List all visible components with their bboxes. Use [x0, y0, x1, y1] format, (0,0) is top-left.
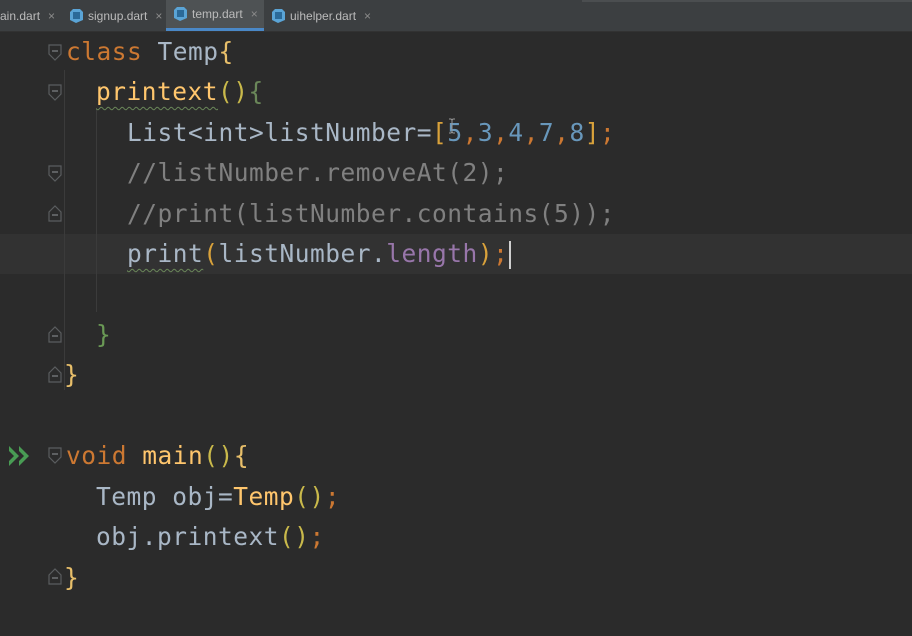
- code-editor[interactable]: class Temp{ printext(){ List<int>listNum…: [0, 32, 912, 636]
- open-brace: {: [248, 77, 264, 106]
- variable-name: listNumber: [264, 118, 417, 147]
- method-call: obj.printext: [96, 522, 280, 551]
- comma: ,: [462, 118, 478, 147]
- close-brace: }: [64, 360, 80, 389]
- comment: //print(listNumber.contains(5));: [127, 199, 616, 228]
- dart-file-icon: [174, 7, 187, 21]
- property-length: length: [386, 239, 478, 268]
- code-line-1: class Temp{: [66, 32, 234, 72]
- open-brace: {: [233, 441, 250, 470]
- tab-close-icon[interactable]: ×: [48, 9, 55, 23]
- semicolon: ;: [309, 522, 325, 551]
- parens: (): [203, 441, 234, 470]
- close-bracket: ]: [584, 118, 600, 147]
- parens: (): [294, 482, 325, 511]
- close-brace: }: [64, 563, 80, 592]
- parens: (): [218, 77, 249, 106]
- fold-open-icon: [48, 447, 62, 464]
- fold-close-icon: [48, 366, 62, 383]
- tab-close-icon[interactable]: ×: [251, 7, 258, 21]
- indent-guide: [96, 110, 97, 312]
- tab-uihelper-dart[interactable]: uihelper.dart ×: [272, 0, 382, 31]
- code-line-11: void main(){: [66, 436, 249, 476]
- dart-file-icon: [272, 8, 285, 23]
- tab-temp-dart[interactable]: temp.dart ×: [166, 0, 264, 31]
- parens: (): [279, 522, 310, 551]
- number: 7: [538, 118, 555, 147]
- tab-label: signup.dart: [88, 8, 148, 23]
- tabbar-divider: [582, 0, 912, 2]
- function-main: main: [142, 441, 204, 470]
- fold-close-icon: [48, 568, 62, 585]
- ide-window: ain.dart × signup.dart × temp.dart × uih…: [0, 0, 912, 636]
- object-ref: listNumber.: [218, 239, 387, 268]
- fold-close-icon: [48, 205, 62, 222]
- close-paren: ): [477, 239, 494, 268]
- editor-tab-bar: ain.dart × signup.dart × temp.dart × uih…: [0, 0, 912, 32]
- tab-close-icon[interactable]: ×: [364, 9, 371, 23]
- close-brace: }: [96, 320, 112, 349]
- ibeam-shape: [449, 118, 455, 134]
- print-call: print: [127, 239, 204, 268]
- code-line-8: }: [96, 315, 111, 355]
- code-line-6: print(listNumber.length);: [127, 234, 512, 274]
- number: 3: [477, 118, 494, 147]
- keyword-void: void: [66, 441, 128, 470]
- code-line-5: //print(listNumber.contains(5));: [127, 194, 615, 234]
- tab-signup-dart[interactable]: signup.dart ×: [70, 0, 164, 31]
- text-caret: [509, 241, 512, 269]
- code-line-9: }: [64, 355, 79, 395]
- semicolon: ;: [324, 482, 341, 511]
- fold-close-icon: [48, 326, 62, 343]
- mouse-ibeam-icon: [448, 118, 455, 134]
- number: 4: [508, 118, 524, 147]
- code-line-2: printext(){: [96, 72, 264, 112]
- tab-close-icon[interactable]: ×: [155, 9, 162, 23]
- fold-open-icon: [48, 44, 62, 61]
- method-name: printext: [96, 77, 219, 106]
- comment: //listNumber.removeAt(2);: [127, 158, 509, 187]
- class-name: Temp: [157, 37, 219, 66]
- indent-guide: [64, 70, 65, 390]
- tab-main-dart[interactable]: ain.dart ×: [0, 0, 62, 31]
- code-line-13: obj.printext();: [96, 517, 325, 557]
- open-bracket: [: [432, 118, 448, 147]
- fold-open-icon: [48, 84, 62, 101]
- tab-label: uihelper.dart: [290, 8, 357, 23]
- comma: ,: [554, 118, 570, 147]
- tab-label: ain.dart: [0, 8, 41, 23]
- type-list-int: List<int>: [127, 118, 265, 147]
- semicolon: ;: [493, 239, 509, 268]
- comma: ,: [523, 118, 539, 147]
- keyword-class: class: [66, 37, 143, 66]
- comma: ,: [493, 118, 509, 147]
- open-brace: {: [218, 37, 234, 66]
- number: 8: [569, 118, 585, 147]
- code-line-12: Temp obj=Temp();: [96, 477, 340, 517]
- tab-label: temp.dart: [192, 7, 243, 21]
- run-main-icon[interactable]: [8, 444, 32, 468]
- fold-open-icon: [48, 165, 62, 182]
- code-line-14: }: [64, 558, 79, 598]
- dart-file-icon: [70, 8, 83, 23]
- code-line-4: //listNumber.removeAt(2);: [127, 153, 508, 193]
- semicolon: ;: [599, 118, 616, 147]
- code-line-3: List<int>listNumber=[5,3,4,7,8];: [127, 113, 615, 153]
- type-temp: Temp: [96, 482, 158, 511]
- variable-obj: obj=: [157, 482, 234, 511]
- open-paren: (: [203, 239, 219, 268]
- equals: =: [416, 118, 433, 147]
- constructor-temp: Temp: [233, 482, 295, 511]
